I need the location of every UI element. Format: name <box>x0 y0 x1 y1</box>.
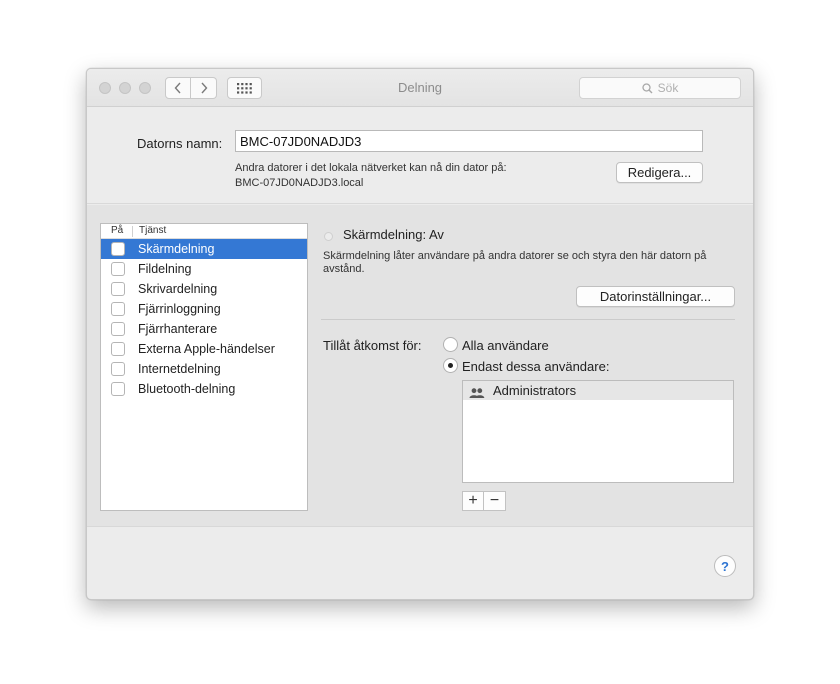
radio-only-these-users-label[interactable]: Endast dessa användare: <box>462 359 609 374</box>
service-row[interactable]: Bluetooth-delning <box>101 379 307 399</box>
status-indicator-icon <box>324 232 333 241</box>
service-checkbox[interactable] <box>111 342 125 356</box>
computer-name-label: Datorns namn: <box>137 136 223 151</box>
service-row[interactable]: Externa Apple-händelser <box>101 339 307 359</box>
network-description: Andra datorer i det lokala nätverket kan… <box>235 162 507 174</box>
service-label: Fjärrhanterare <box>138 322 218 336</box>
service-row[interactable]: Fjärrinloggning <box>101 299 307 319</box>
zoom-button[interactable] <box>139 82 151 94</box>
service-checkbox[interactable] <box>111 382 125 396</box>
add-user-button[interactable]: + <box>462 491 484 511</box>
computer-settings-button[interactable]: Datorinställningar... <box>576 286 735 307</box>
service-row[interactable]: Skärmdelning <box>101 239 307 259</box>
close-button[interactable] <box>99 82 111 94</box>
service-checkbox[interactable] <box>111 242 125 256</box>
search-field[interactable]: Sök <box>579 77 741 99</box>
service-label: Externa Apple-händelser <box>138 342 275 356</box>
users-list[interactable]: Administrators <box>462 380 734 483</box>
column-service-header[interactable]: Tjänst <box>139 225 166 236</box>
service-list-header: På Tjänst <box>101 224 307 239</box>
help-button[interactable]: ? <box>714 555 736 577</box>
local-hostname: BMC-07JD0NADJD3.local <box>235 177 364 189</box>
sharing-main-panel: På Tjänst Skärmdelning Fildelning Skrivard… <box>87 205 753 527</box>
search-icon <box>642 82 653 94</box>
radio-all-users-label[interactable]: Alla användare <box>462 338 549 353</box>
computer-name-field[interactable]: BMC-07JD0NADJD3 <box>235 130 703 152</box>
computer-name-section: Datorns namn: BMC-07JD0NADJD3 Andra dato… <box>87 108 753 204</box>
service-status: Skärmdelning: Av <box>343 227 444 242</box>
forward-button[interactable] <box>191 77 217 99</box>
chevron-right-icon <box>200 82 207 94</box>
chevron-left-icon <box>174 82 181 94</box>
edit-button[interactable]: Redigera... <box>616 162 703 183</box>
service-row[interactable]: Fjärrhanterare <box>101 319 307 339</box>
minimize-button[interactable] <box>119 82 131 94</box>
sharing-window: Delning Sök Datorns namn: BMC-07JD0NADJD… <box>86 68 754 600</box>
service-label: Internetdelning <box>138 362 221 376</box>
access-label: Tillåt åtkomst för: <box>323 338 422 353</box>
service-label: Fildelning <box>138 262 192 276</box>
service-row[interactable]: Fildelning <box>101 259 307 279</box>
titlebar: Delning Sök <box>87 69 753 107</box>
service-label: Fjärrinloggning <box>138 302 221 316</box>
service-label: Bluetooth-delning <box>138 382 236 396</box>
grid-icon <box>237 82 252 94</box>
service-checkbox[interactable] <box>111 302 125 316</box>
user-label: Administrators <box>493 383 577 398</box>
radio-all-users[interactable] <box>443 337 458 352</box>
group-icon <box>469 386 485 401</box>
divider <box>321 319 735 320</box>
service-row[interactable]: Internetdelning <box>101 359 307 379</box>
column-on-header[interactable]: På <box>111 225 123 236</box>
search-placeholder: Sök <box>657 81 679 95</box>
remove-user-button[interactable]: − <box>484 491 506 511</box>
service-row[interactable]: Skrivardelning <box>101 279 307 299</box>
radio-selected-dot <box>448 363 453 368</box>
service-label: Skärmdelning <box>138 242 215 256</box>
service-description: Skärmdelning låter användare på andra da… <box>323 250 707 275</box>
back-button[interactable] <box>165 77 191 99</box>
service-checkbox[interactable] <box>111 282 125 296</box>
service-checkbox[interactable] <box>111 322 125 336</box>
service-checkbox[interactable] <box>111 262 125 276</box>
service-rows: Skärmdelning Fildelning Skrivardelning Fjär… <box>101 239 307 399</box>
service-checkbox[interactable] <box>111 362 125 376</box>
service-list[interactable]: På Tjänst Skärmdelning Fildelning Skrivard… <box>100 223 308 511</box>
list-item[interactable]: Administrators <box>463 381 733 400</box>
radio-only-these-users[interactable] <box>443 358 458 373</box>
header-separator <box>132 226 133 237</box>
service-label: Skrivardelning <box>138 282 218 296</box>
show-all-button[interactable] <box>227 77 262 99</box>
